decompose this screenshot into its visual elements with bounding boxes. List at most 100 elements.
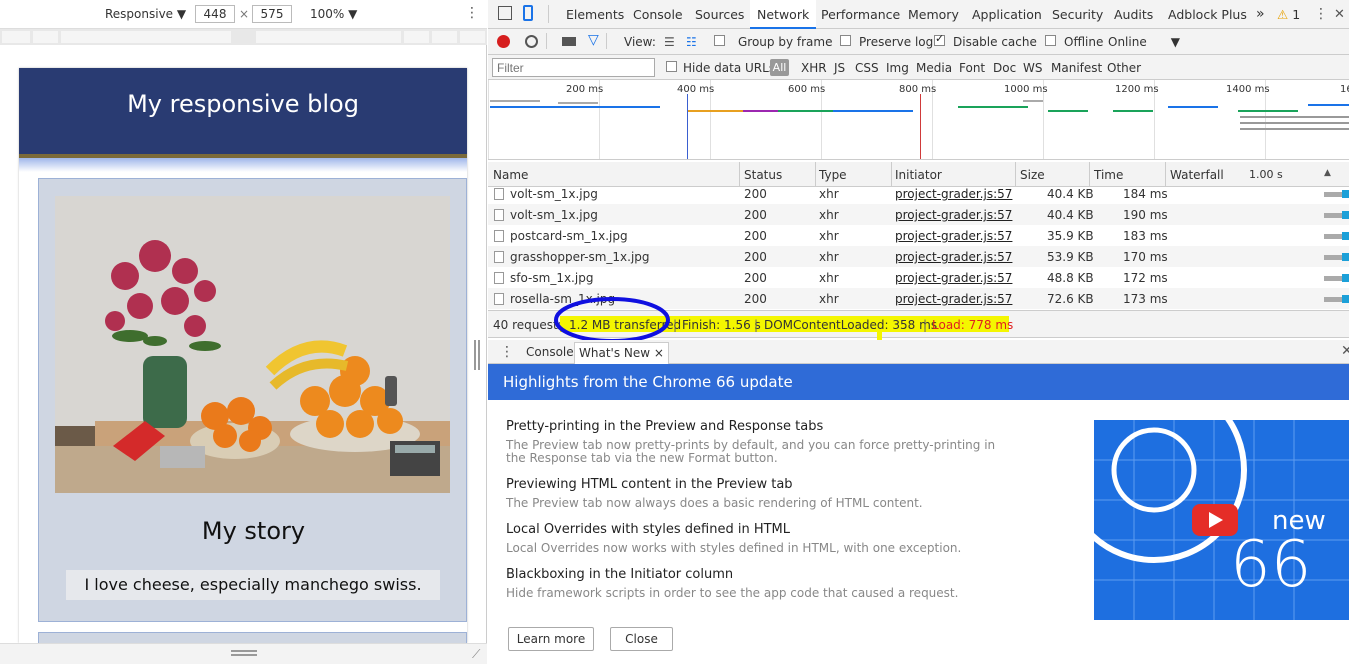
- filter-all-button[interactable]: All: [770, 59, 789, 76]
- filter-doc[interactable]: Doc: [993, 61, 1016, 75]
- tab-audits[interactable]: Audits: [1114, 0, 1153, 29]
- devtools-tab-bar: Elements Console Sources Network Perform…: [488, 0, 1349, 29]
- inspect-element-icon[interactable]: [498, 6, 512, 20]
- feature-title: Previewing HTML content in the Preview t…: [506, 477, 793, 492]
- request-type: xhr: [819, 229, 839, 243]
- close-button[interactable]: Close: [610, 627, 673, 651]
- request-time: 170 ms: [1123, 250, 1168, 264]
- media-query-ruler[interactable]: [0, 29, 487, 45]
- network-overview[interactable]: 200 ms 400 ms 600 ms 800 ms 1000 ms 1200…: [488, 80, 1349, 160]
- request-type: xhr: [819, 187, 839, 201]
- tab-security[interactable]: Security: [1052, 0, 1103, 29]
- tab-performance[interactable]: Performance: [821, 0, 900, 29]
- table-row[interactable]: volt-sm_1x.jpg 200 xhr project-grader.js…: [488, 204, 1349, 225]
- feature-title: Local Overrides with styles defined in H…: [506, 522, 790, 537]
- request-type: xhr: [819, 250, 839, 264]
- tab-elements[interactable]: Elements: [566, 0, 624, 29]
- table-row[interactable]: volt-sm_1x.jpg 200 xhr project-grader.js…: [488, 187, 1349, 204]
- col-initiator[interactable]: Initiator: [895, 168, 942, 182]
- request-status: 200: [744, 292, 767, 306]
- filter-ws[interactable]: WS: [1023, 61, 1042, 75]
- corner-resize-icon[interactable]: ⟋: [472, 647, 480, 662]
- device-width-input[interactable]: 448: [195, 5, 235, 23]
- story-text: I love cheese, especially manchego swiss…: [66, 570, 440, 600]
- filter-xhr[interactable]: XHR: [801, 61, 827, 75]
- group-by-frame-checkbox[interactable]: [714, 35, 725, 46]
- close-tab-icon[interactable]: ×: [654, 346, 664, 360]
- resize-handle-bottom[interactable]: ⟋: [0, 643, 487, 664]
- large-rows-icon[interactable]: ☰: [664, 35, 675, 49]
- filter-font[interactable]: Font: [959, 61, 985, 75]
- tab-sources[interactable]: Sources: [695, 0, 744, 29]
- table-row[interactable]: sfo-sm_1x.jpg 200 xhr project-grader.js:…: [488, 267, 1349, 288]
- offline-checkbox[interactable]: [1045, 35, 1056, 46]
- request-name: postcard-sm_1x.jpg: [510, 229, 628, 243]
- close-devtools-icon[interactable]: ✕: [1334, 0, 1345, 29]
- tab-application[interactable]: Application: [972, 0, 1042, 29]
- sort-icon[interactable]: ▲: [1324, 168, 1331, 178]
- request-initiator[interactable]: project-grader.js:57: [895, 229, 1012, 243]
- filter-media[interactable]: Media: [916, 61, 952, 75]
- separator: |: [923, 318, 928, 332]
- record-icon[interactable]: [497, 35, 510, 48]
- waterfall-view-icon[interactable]: ☷: [686, 35, 697, 49]
- device-mode-select[interactable]: Responsive ▼: [105, 7, 186, 21]
- device-toggle-icon[interactable]: [523, 5, 533, 21]
- request-initiator[interactable]: project-grader.js:57: [895, 271, 1012, 285]
- filter-img[interactable]: Img: [886, 61, 909, 75]
- file-icon: [494, 230, 504, 242]
- col-waterfall[interactable]: Waterfall: [1170, 168, 1224, 182]
- tick-1200ms: 1200 ms: [1115, 84, 1159, 95]
- close-drawer-icon[interactable]: ✕: [1341, 343, 1349, 359]
- tab-console[interactable]: Console: [633, 0, 683, 29]
- col-name[interactable]: Name: [493, 168, 528, 182]
- request-initiator[interactable]: project-grader.js:57: [895, 208, 1012, 222]
- request-type: xhr: [819, 292, 839, 306]
- table-row[interactable]: grasshopper-sm_1x.jpg 200 xhr project-gr…: [488, 246, 1349, 267]
- story-card: My story I love cheese, especially manch…: [38, 178, 467, 622]
- device-toolbar: Responsive ▼ 448 × 575 100% ▼ ⋮: [0, 0, 487, 29]
- zoom-select[interactable]: 100% ▼: [310, 7, 357, 21]
- filter-js[interactable]: JS: [834, 61, 845, 75]
- device-height-input[interactable]: 575: [252, 5, 292, 23]
- tab-network[interactable]: Network: [750, 0, 817, 29]
- filter-icon[interactable]: ▽: [588, 32, 599, 48]
- devtools-menu-icon[interactable]: ⋮: [1314, 0, 1328, 29]
- disable-cache-checkbox[interactable]: [934, 32, 945, 46]
- request-initiator[interactable]: project-grader.js:57: [895, 250, 1012, 264]
- dom-content-loaded: DOMContentLoaded: 358 ms: [764, 318, 938, 332]
- drawer-tab-bar: ⋮ Console What's New × ✕: [488, 340, 1349, 364]
- next-card: [38, 632, 467, 643]
- file-icon: [494, 188, 504, 200]
- drawer-tab-console[interactable]: Console: [526, 345, 574, 359]
- tab-memory[interactable]: Memory: [908, 0, 959, 29]
- col-type[interactable]: Type: [819, 168, 847, 182]
- throttle-select[interactable]: Online ▼: [1108, 35, 1180, 49]
- col-size[interactable]: Size: [1020, 168, 1045, 182]
- tab-adblock-plus[interactable]: Adblock Plus: [1168, 0, 1247, 29]
- resize-handle-side[interactable]: [474, 340, 480, 370]
- request-name: volt-sm_1x.jpg: [510, 208, 598, 222]
- warning-icon[interactable]: ⚠ 1: [1277, 0, 1300, 29]
- screenshot-icon[interactable]: [562, 37, 576, 46]
- filter-manifest[interactable]: Manifest: [1051, 61, 1102, 75]
- filter-other[interactable]: Other: [1107, 61, 1141, 75]
- feature-title: Pretty-printing in the Preview and Respo…: [506, 419, 824, 434]
- request-initiator[interactable]: project-grader.js:57: [895, 187, 1012, 201]
- tick-400ms: 400 ms: [677, 84, 715, 95]
- filter-input[interactable]: [492, 58, 655, 77]
- request-initiator[interactable]: project-grader.js:57: [895, 292, 1012, 306]
- filter-css[interactable]: CSS: [855, 61, 879, 75]
- request-type: xhr: [819, 271, 839, 285]
- more-tabs-icon[interactable]: »: [1256, 0, 1265, 29]
- learn-more-button[interactable]: Learn more: [508, 627, 594, 651]
- drawer-tab-whats-new[interactable]: What's New ×: [574, 342, 669, 364]
- drawer-menu-icon[interactable]: ⋮: [500, 344, 514, 360]
- col-status[interactable]: Status: [744, 168, 782, 182]
- col-time[interactable]: Time: [1094, 168, 1123, 182]
- hide-data-urls-checkbox[interactable]: [666, 61, 677, 72]
- more-options-icon[interactable]: ⋮: [465, 5, 479, 21]
- preserve-log-checkbox[interactable]: [840, 35, 851, 46]
- table-row[interactable]: postcard-sm_1x.jpg 200 xhr project-grade…: [488, 225, 1349, 246]
- clear-icon[interactable]: [525, 35, 538, 48]
